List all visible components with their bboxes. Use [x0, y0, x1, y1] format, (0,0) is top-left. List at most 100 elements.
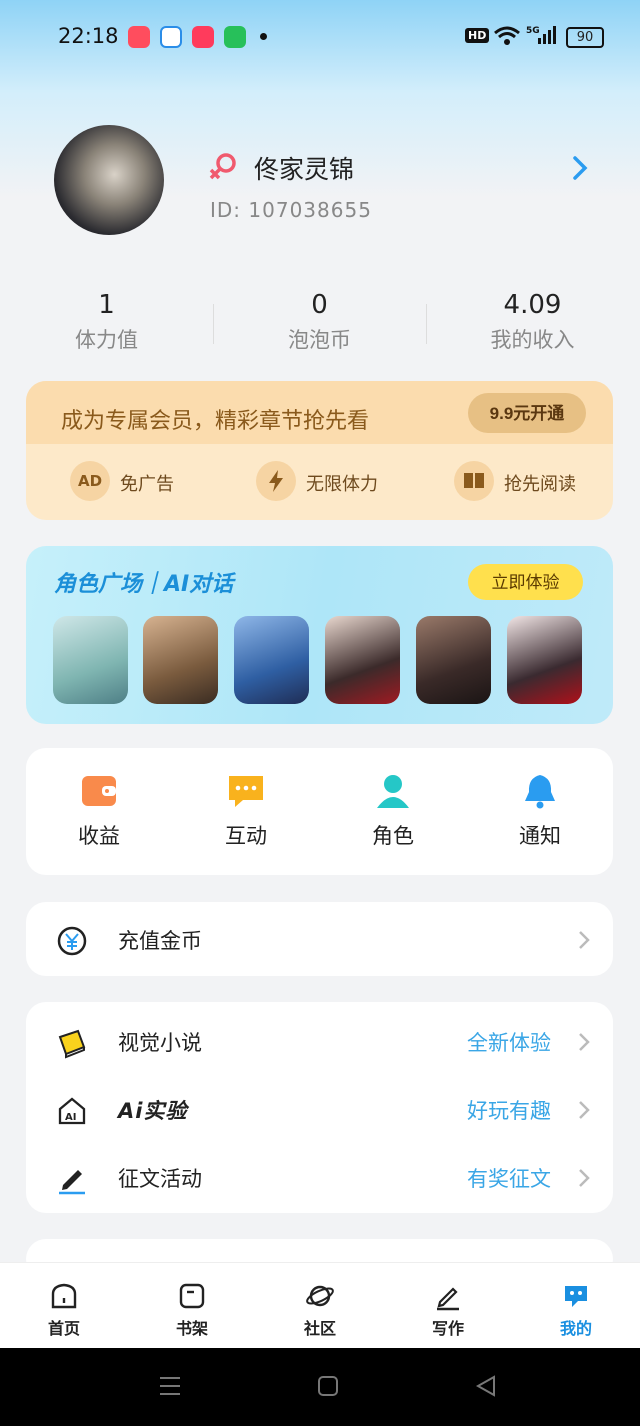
character-thumbnail[interactable] — [507, 616, 582, 704]
quick-action-label: 互动 — [225, 824, 267, 848]
character-thumbnail[interactable] — [143, 616, 218, 704]
back-icon[interactable] — [474, 1374, 498, 1398]
female-gender-icon — [209, 153, 236, 180]
app-notification-icon — [224, 26, 246, 48]
quick-action-label: 通知 — [519, 824, 561, 848]
bookshelf-icon — [179, 1283, 205, 1309]
ai-character-banner[interactable]: 角色广场｜AI对话 立即体验 — [26, 546, 613, 724]
hd-icon: HD — [465, 28, 490, 43]
home-square-icon[interactable] — [316, 1374, 340, 1398]
nav-mine[interactable]: 我的 — [512, 1281, 640, 1339]
ai-banner-title: 角色广场｜AI对话 — [54, 572, 234, 597]
nav-label: 写作 — [431, 1319, 464, 1338]
vip-title: 成为专属会员，精彩章节抢先看 — [61, 409, 370, 434]
status-time: 22:18 — [58, 24, 119, 48]
user-id-label: ID: — [210, 198, 242, 222]
bottom-navigation: 首页 书架 社区 写作 我的 — [0, 1262, 640, 1349]
quick-action-role[interactable]: 角色 — [328, 772, 458, 850]
nav-community[interactable]: 社区 — [256, 1281, 384, 1339]
more-notifications-dot — [260, 33, 267, 40]
planet-icon — [306, 1285, 334, 1307]
stat-label: 泡泡币 — [288, 328, 351, 352]
menu-icon[interactable] — [158, 1374, 182, 1398]
menu-item-label: 视觉小说 — [118, 1031, 202, 1055]
chevron-right-icon — [579, 1101, 590, 1119]
nav-label: 书架 — [175, 1319, 208, 1338]
mine-chat-icon — [565, 1286, 587, 1307]
stat-bubble-coins[interactable]: 0 泡泡币 — [213, 290, 426, 354]
stat-label: 我的收入 — [490, 328, 575, 352]
nav-write[interactable]: 写作 — [384, 1281, 512, 1339]
svg-text:AI: AI — [65, 1112, 76, 1123]
nav-label: 我的 — [559, 1319, 592, 1338]
quick-action-notification[interactable]: 通知 — [475, 772, 605, 850]
recharge-card: 充值金币 — [26, 902, 613, 976]
nav-home[interactable]: 首页 — [0, 1281, 128, 1339]
vip-perk-label: 抢先阅读 — [504, 474, 576, 495]
try-now-button[interactable]: 立即体验 — [468, 564, 583, 600]
status-bar: 22:18 HD 5G 90 — [0, 0, 640, 72]
menu-item-visual-novel[interactable]: 视觉小说 全新体验 — [26, 1009, 613, 1073]
wifi-icon — [494, 26, 520, 45]
stat-income[interactable]: 4.09 我的收入 — [426, 290, 639, 354]
stat-value: 0 — [311, 290, 328, 320]
ai-home-icon: AI — [58, 1097, 86, 1125]
novel-book-icon — [58, 1029, 86, 1059]
user-name: 佟家灵锦 — [254, 155, 355, 184]
pencil-icon — [437, 1287, 459, 1311]
character-thumbnail[interactable] — [53, 616, 128, 704]
person-icon — [377, 775, 409, 808]
home-icon — [51, 1283, 77, 1309]
nav-label: 首页 — [47, 1319, 80, 1338]
chevron-right-icon[interactable] — [566, 154, 594, 182]
vip-perk-label: 免广告 — [120, 474, 174, 495]
recharge-row[interactable]: 充值金币 — [26, 907, 613, 971]
coin-yen-icon — [57, 926, 87, 956]
menu-item-ai-lab[interactable]: AI Ai实验 好玩有趣 — [26, 1077, 613, 1141]
features-card: 视觉小说 全新体验 AI Ai实验 好玩有趣 征文活动 有奖征文 — [26, 1002, 613, 1213]
nav-bookshelf[interactable]: 书架 — [128, 1281, 256, 1339]
quick-action-interaction[interactable]: 互动 — [181, 772, 311, 850]
vip-membership-card[interactable]: 成为专属会员，精彩章节抢先看 9.9元开通 AD 免广告 无限体力 抢先阅读 — [26, 381, 613, 520]
svg-text:5G: 5G — [526, 26, 540, 36]
quick-action-label: 角色 — [372, 824, 414, 848]
chevron-right-icon — [579, 1169, 590, 1187]
video-app-icon — [192, 26, 214, 48]
character-thumbnail[interactable] — [234, 616, 309, 704]
avatar[interactable] — [54, 125, 164, 235]
book-icon — [454, 461, 494, 501]
stats-row: 1 体力值 0 泡泡币 4.09 我的收入 — [0, 290, 640, 360]
menu-item-hint: 全新体验 — [467, 1031, 551, 1055]
chevron-right-icon — [579, 1033, 590, 1051]
menu-item-essay-contest[interactable]: 征文活动 有奖征文 — [26, 1145, 613, 1209]
stat-label: 体力值 — [75, 328, 138, 352]
stat-stamina[interactable]: 1 体力值 — [0, 290, 213, 354]
pen-icon — [59, 1170, 85, 1195]
user-id-value: 107038655 — [248, 198, 372, 222]
system-navigation-bar — [0, 1348, 640, 1426]
battery-indicator: 90 — [566, 27, 604, 48]
app-notification-icon — [128, 26, 150, 48]
ad-icon: AD — [70, 461, 110, 501]
bell-icon — [525, 775, 555, 809]
chevron-right-icon — [579, 931, 590, 949]
character-thumbnail[interactable] — [416, 616, 491, 704]
menu-item-label: Ai实验 — [118, 1099, 188, 1123]
profile-header[interactable]: 佟家灵锦 ID: 107038655 — [0, 120, 640, 250]
chat-icon — [229, 776, 263, 807]
quick-action-income[interactable]: 收益 — [34, 772, 164, 850]
character-thumbnail[interactable] — [325, 616, 400, 704]
menu-item-label: 征文活动 — [118, 1167, 202, 1191]
quick-action-label: 收益 — [78, 824, 120, 848]
vip-activate-button[interactable]: 9.9元开通 — [468, 393, 586, 433]
signal-icon: 5G — [526, 26, 556, 44]
quick-actions-card: 收益 互动 角色 通知 — [26, 748, 613, 875]
recharge-label: 充值金币 — [118, 929, 202, 953]
stat-value: 4.09 — [503, 290, 562, 320]
wallet-icon — [82, 776, 116, 806]
stat-value: 1 — [98, 290, 115, 320]
app-notification-icon — [160, 26, 182, 48]
menu-item-hint: 好玩有趣 — [467, 1099, 551, 1123]
menu-item-hint: 有奖征文 — [467, 1167, 551, 1191]
vip-perk-label: 无限体力 — [306, 474, 378, 495]
